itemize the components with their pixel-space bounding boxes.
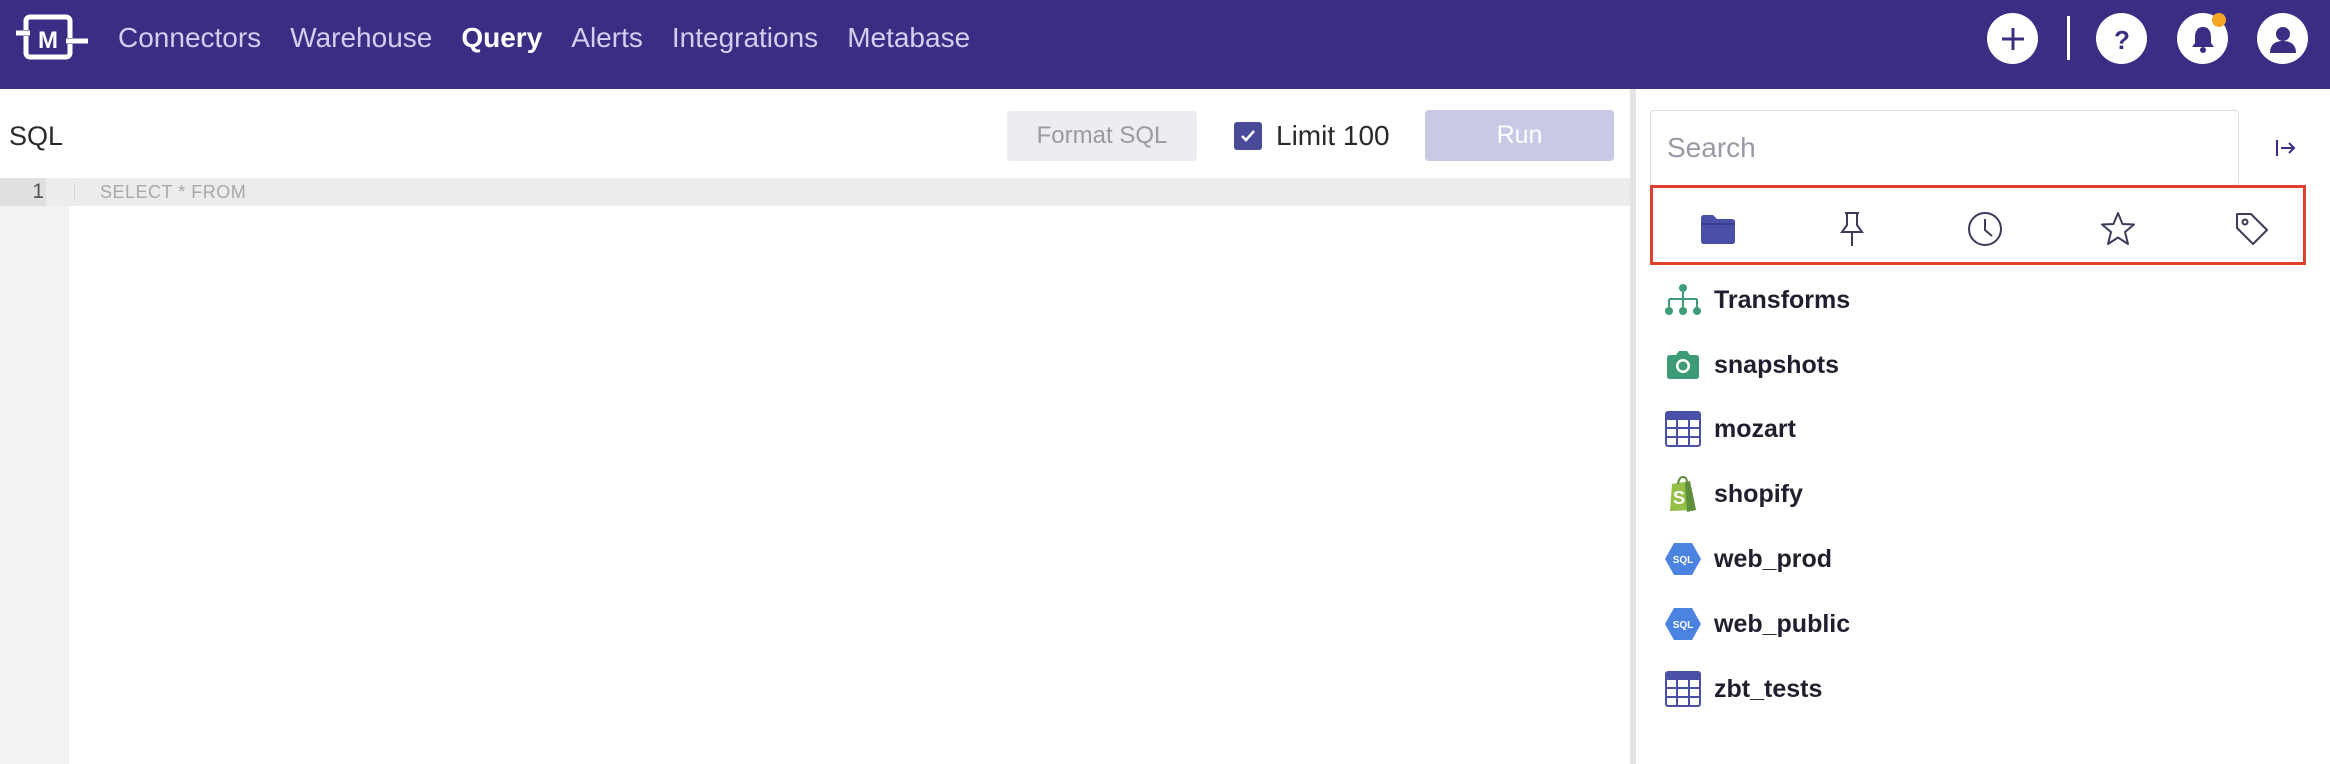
collapse-panel-icon[interactable] bbox=[2272, 134, 2300, 162]
app-logo[interactable]: M bbox=[16, 14, 90, 60]
svg-text:M: M bbox=[38, 27, 58, 54]
table-icon bbox=[1664, 670, 1702, 708]
hierarchy-icon bbox=[1664, 281, 1702, 319]
star-icon[interactable] bbox=[2099, 210, 2137, 248]
run-button[interactable]: Run bbox=[1425, 110, 1614, 161]
tree-item-snapshots[interactable]: snapshots bbox=[1664, 343, 1839, 387]
question-icon: ? bbox=[2114, 25, 2130, 54]
sql-hexagon-icon: SQL bbox=[1664, 605, 1702, 643]
tree-item-web-public[interactable]: SQL web_public bbox=[1664, 602, 1850, 646]
code-line[interactable]: SELECT * FROM bbox=[100, 178, 246, 206]
tree-item-transforms[interactable]: Transforms bbox=[1664, 278, 1850, 322]
gutter-separator bbox=[74, 182, 75, 202]
pin-icon[interactable] bbox=[1833, 210, 1871, 248]
table-icon bbox=[1664, 410, 1702, 448]
tag-icon[interactable] bbox=[2233, 210, 2271, 248]
nav-metabase[interactable]: Metabase bbox=[847, 22, 970, 54]
sql-hexagon-icon: SQL bbox=[1664, 540, 1702, 578]
search-input[interactable] bbox=[1650, 110, 2239, 186]
svg-text:S: S bbox=[1673, 488, 1685, 508]
plus-icon bbox=[2001, 27, 2024, 50]
top-nav-bar: M Connectors Warehouse Query Alerts Inte… bbox=[0, 0, 2330, 89]
tree-item-label: shopify bbox=[1714, 479, 1803, 508]
user-icon bbox=[2269, 26, 2296, 53]
tree-item-label: web_public bbox=[1714, 609, 1851, 638]
line-gutter bbox=[0, 178, 69, 764]
editor-title: SQL bbox=[9, 121, 64, 151]
nav-alerts[interactable]: Alerts bbox=[571, 22, 643, 54]
tree-item-mozart[interactable]: mozart bbox=[1664, 407, 1796, 451]
schema-browser-panel: Transforms snapshots mozart bbox=[1636, 89, 2330, 764]
nav-warehouse[interactable]: Warehouse bbox=[290, 22, 432, 54]
limit-checkbox[interactable] bbox=[1234, 122, 1262, 150]
svg-text:?: ? bbox=[2114, 25, 2130, 54]
tree-item-label: snapshots bbox=[1714, 350, 1840, 379]
tree-item-shopify[interactable]: S shopify bbox=[1664, 472, 1803, 516]
check-icon bbox=[1241, 130, 1255, 142]
sql-editor-panel: SQL Format SQL Limit 100 Run 1 SELECT * … bbox=[0, 89, 1630, 764]
svg-text:SQL: SQL bbox=[1673, 620, 1694, 631]
nav-integrations[interactable]: Integrations bbox=[672, 22, 818, 54]
folder-icon[interactable] bbox=[1699, 210, 1737, 248]
nav-connectors[interactable]: Connectors bbox=[118, 22, 261, 54]
actions-divider bbox=[2067, 16, 2070, 60]
limit-toggle[interactable]: Limit 100 bbox=[1234, 118, 1390, 154]
notification-dot bbox=[2212, 13, 2226, 27]
tree-item-label: Transforms bbox=[1714, 285, 1851, 314]
tree-item-label: web_prod bbox=[1714, 544, 1833, 573]
main-nav: Connectors Warehouse Query Alerts Integr… bbox=[118, 0, 999, 76]
camera-icon bbox=[1664, 346, 1702, 384]
account-button[interactable] bbox=[2257, 13, 2308, 64]
limit-label: Limit 100 bbox=[1276, 120, 1390, 151]
nav-query[interactable]: Query bbox=[461, 22, 542, 54]
browser-tabs bbox=[1650, 185, 2306, 265]
line-number: 1 bbox=[0, 178, 46, 206]
tree-item-web-prod[interactable]: SQL web_prod bbox=[1664, 537, 1832, 581]
format-sql-button[interactable]: Format SQL bbox=[1007, 111, 1197, 161]
add-button[interactable] bbox=[1987, 13, 2038, 64]
bell-icon bbox=[2191, 26, 2214, 53]
tree-item-label: zbt_tests bbox=[1714, 674, 1823, 703]
shopify-icon: S bbox=[1664, 475, 1702, 513]
tree-item-zbt-tests[interactable]: zbt_tests bbox=[1664, 667, 1822, 711]
clock-icon[interactable] bbox=[1966, 210, 2004, 248]
svg-text:SQL: SQL bbox=[1673, 555, 1694, 566]
tree-item-label: mozart bbox=[1714, 414, 1796, 443]
help-button[interactable]: ? bbox=[2096, 13, 2147, 64]
